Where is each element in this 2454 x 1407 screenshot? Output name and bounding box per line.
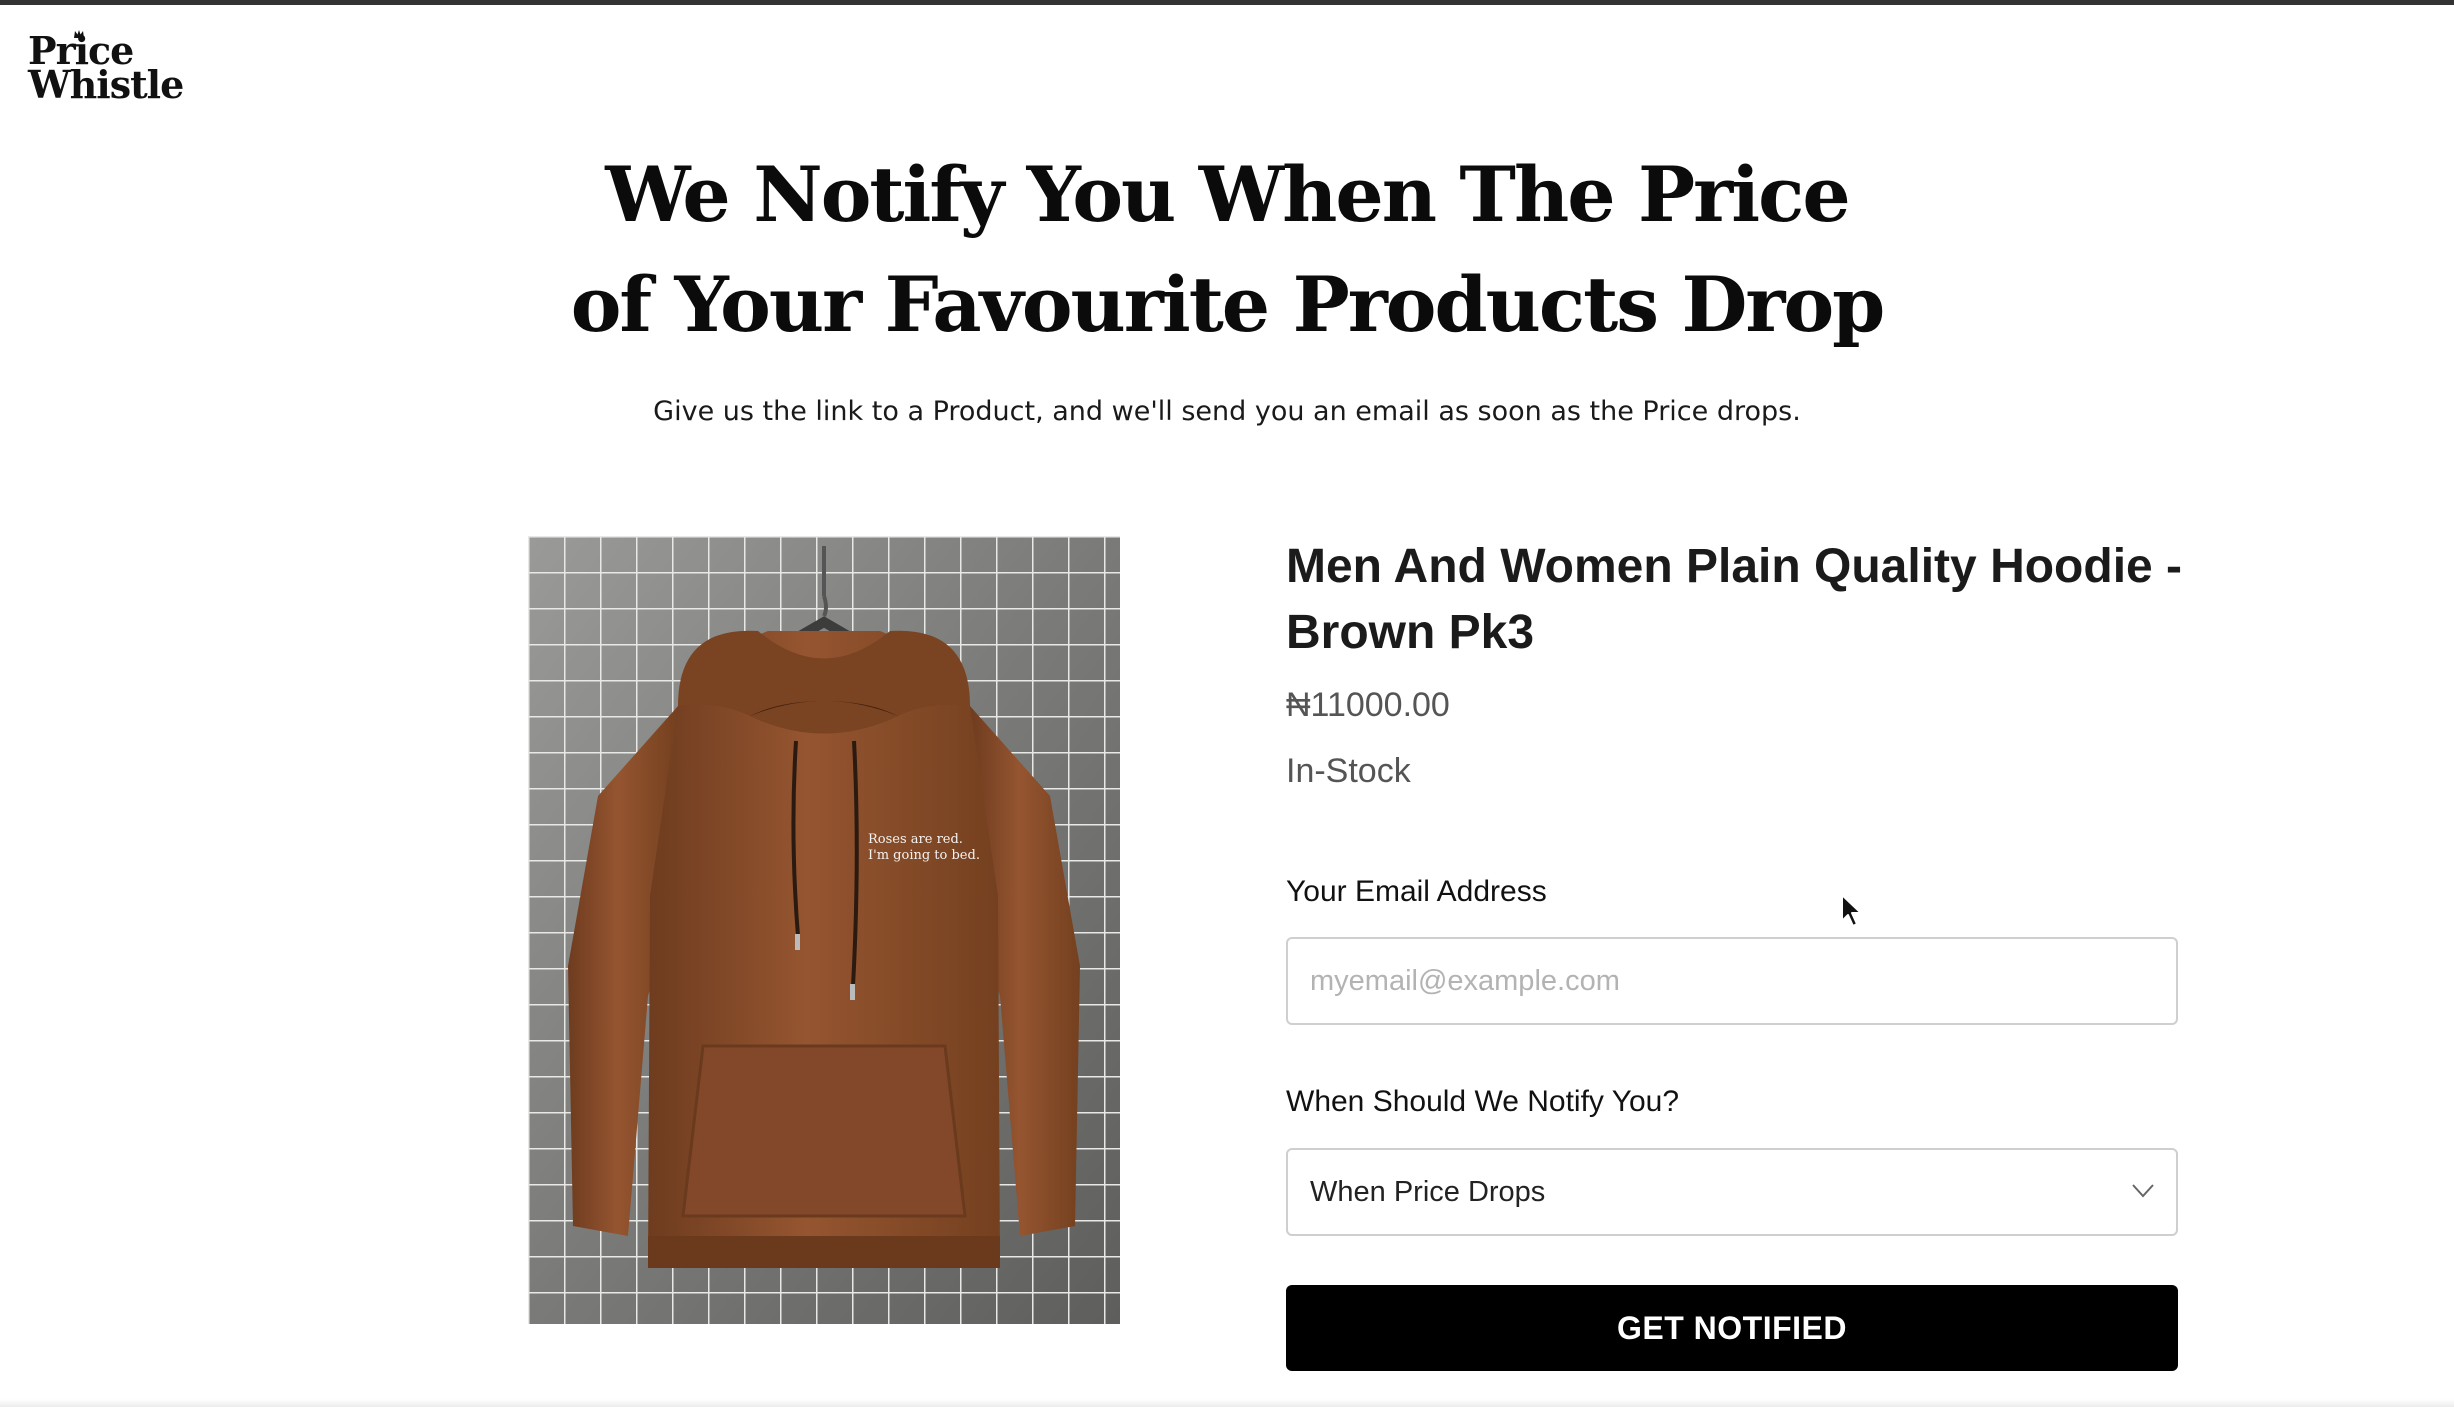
email-field[interactable] — [1286, 937, 2178, 1025]
product-title: Men And Women Plain Quality Hoodie - Bro… — [1286, 540, 2183, 659]
page: Price Whistle We Notify You When The Pri… — [0, 0, 2454, 1407]
notify-when-select[interactable]: When Price Drops — [1286, 1148, 2178, 1236]
product-image: Roses are red. I'm going to bed. — [528, 536, 1120, 1324]
hero-title-line-1: We Notify You When The Price — [605, 150, 1850, 239]
get-notified-button[interactable]: GET NOTIFIED — [1286, 1285, 2178, 1371]
bottom-edge — [0, 1399, 2454, 1407]
stock-status: In-Stock — [1286, 752, 1411, 790]
product-price: ₦11000.00 — [1286, 686, 1450, 724]
hero-title-line-2: of Your Favourite Products Drop — [570, 260, 1886, 349]
top-border — [0, 0, 2454, 5]
hoodie-photo: Roses are red. I'm going to bed. — [528, 536, 1120, 1324]
notify-when-label: When Should We Notify You? — [1286, 1085, 1680, 1118]
hoodie-print-line-2: I'm going to bed. — [868, 848, 980, 863]
logo-word-whistle: Whistle — [28, 62, 184, 107]
email-label: Your Email Address — [1286, 875, 1547, 908]
notify-when-selected-value: When Price Drops — [1310, 1176, 1546, 1208]
mouse-cursor-icon — [1841, 894, 1862, 927]
logo-crown-icon — [74, 30, 84, 38]
hero-title: We Notify You When The Price of Your Fav… — [427, 140, 2027, 360]
hoodie-print-line-1: Roses are red. — [868, 832, 963, 847]
chevron-down-icon — [2132, 1184, 2154, 1198]
price-whistle-logo[interactable]: Price Whistle — [28, 30, 184, 107]
hero-subtitle: Give us the link to a Product, and we'll… — [653, 396, 1801, 427]
